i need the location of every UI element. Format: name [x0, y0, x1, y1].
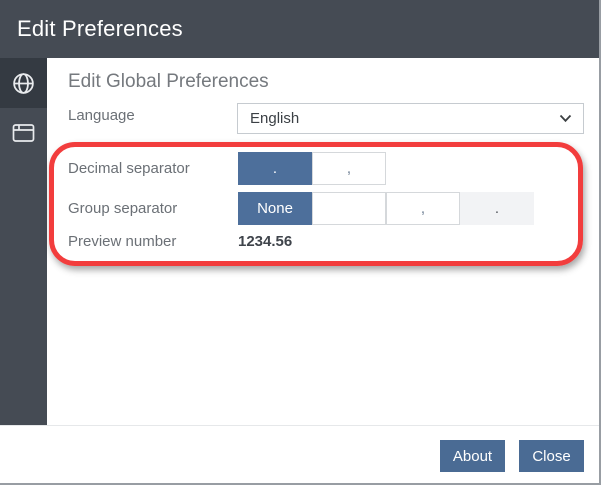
group-separator-option-space[interactable]	[312, 192, 386, 225]
decimal-separator-label: Decimal separator	[68, 152, 190, 185]
edit-preferences-dialog: Edit Preferences Edit Glob	[0, 0, 601, 485]
chevron-down-icon	[559, 114, 583, 123]
dialog-header: Edit Preferences	[0, 0, 599, 58]
group-separator-group: None , .	[238, 192, 534, 225]
language-select[interactable]: English	[237, 103, 584, 134]
language-label: Language	[68, 106, 135, 126]
globe-icon	[11, 71, 36, 96]
page-title: Edit Global Preferences	[68, 71, 269, 93]
preview-number-label: Preview number	[68, 232, 176, 252]
decimal-separator-option-dot[interactable]: .	[238, 152, 312, 185]
dialog-title: Edit Preferences	[17, 0, 183, 58]
sidebar-item-window-preferences[interactable]	[0, 108, 47, 158]
group-separator-option-none[interactable]: None	[238, 192, 312, 225]
dialog-footer: About Close	[0, 425, 599, 483]
sidebar-item-global-preferences[interactable]	[0, 58, 47, 108]
main-content: Edit Global Preferences Language English…	[47, 58, 599, 425]
about-button[interactable]: About	[440, 440, 505, 472]
preview-number-value: 1234.56	[238, 232, 292, 252]
group-separator-option-comma[interactable]: ,	[386, 192, 460, 225]
language-selected-value: English	[238, 110, 559, 127]
group-separator-label: Group separator	[68, 192, 177, 225]
window-icon	[12, 123, 35, 143]
decimal-separator-group: . ,	[238, 152, 386, 185]
sidebar	[0, 58, 47, 425]
decimal-separator-option-comma[interactable]: ,	[312, 152, 386, 185]
close-button[interactable]: Close	[519, 440, 584, 472]
group-separator-option-dot-disabled: .	[460, 192, 534, 225]
